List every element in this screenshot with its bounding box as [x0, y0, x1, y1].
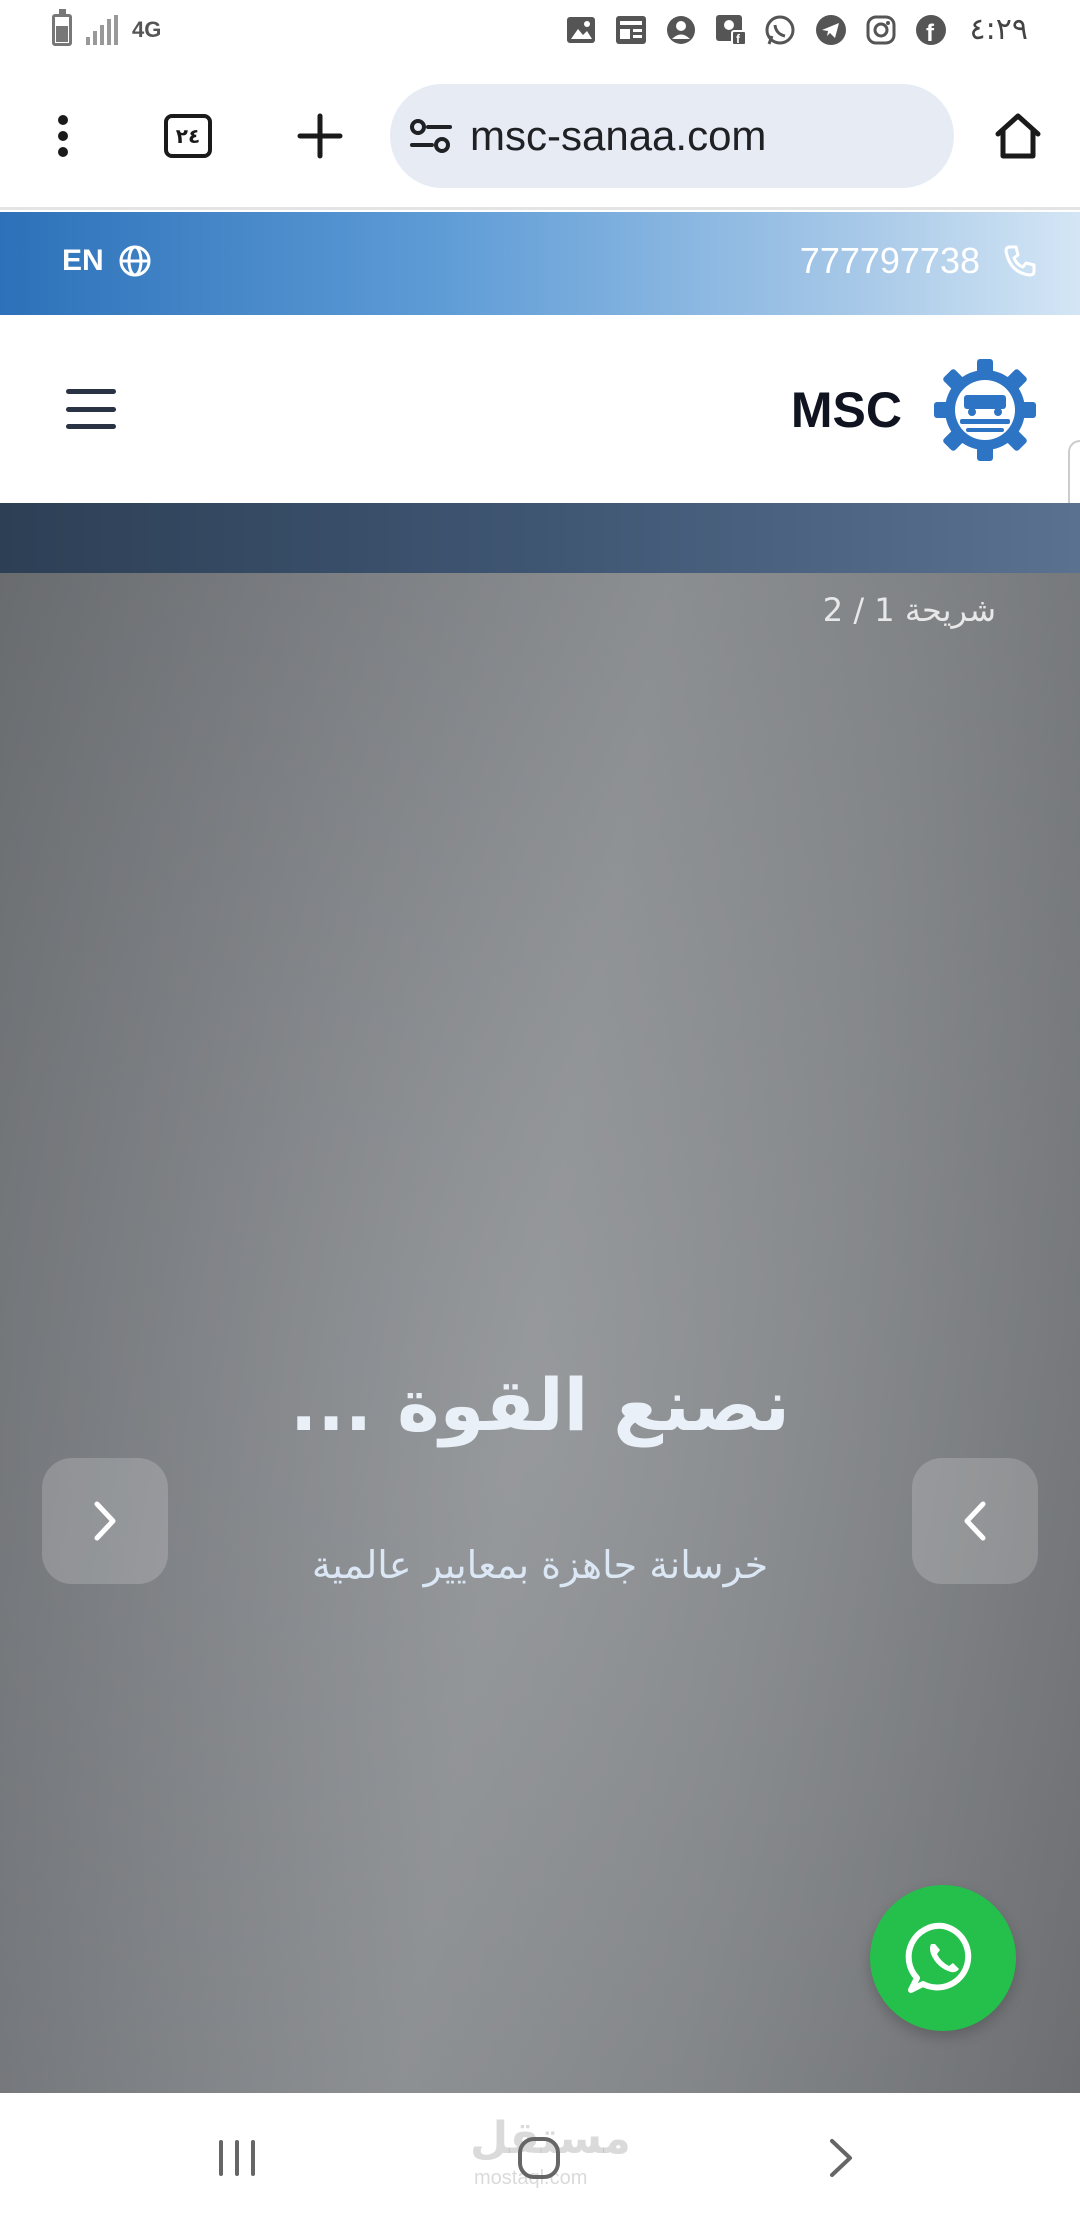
url-text: msc-sanaa.com	[470, 112, 767, 159]
slide-counter: شريحة 1 / 2	[822, 591, 996, 629]
battery-icon	[52, 9, 72, 46]
signal-icon	[86, 15, 118, 45]
browser-menu-button[interactable]	[25, 98, 101, 174]
recent-apps-button[interactable]	[202, 2123, 272, 2193]
home-icon	[995, 113, 1041, 159]
browser-toolbar: ٢٤ msc-sanaa.com	[0, 62, 1080, 210]
hero-title: نصنع القوة ...	[290, 1363, 790, 1447]
chevron-left-icon	[964, 1501, 986, 1541]
status-left: 4G	[52, 9, 162, 46]
language-switcher[interactable]: EN	[62, 244, 152, 278]
hero-background-image	[0, 503, 1080, 573]
whatsapp-button[interactable]	[870, 1885, 1016, 2031]
menu-toggle-button[interactable]	[66, 389, 116, 429]
telegram-icon	[814, 13, 848, 47]
tab-switcher-button[interactable]: ٢٤	[150, 98, 226, 174]
new-tab-button[interactable]	[282, 98, 358, 174]
more-vert-icon	[58, 115, 68, 157]
system-home-button[interactable]	[504, 2123, 574, 2193]
news-icon	[614, 13, 648, 47]
hero-overlay	[0, 573, 1080, 2093]
next-slide-button[interactable]	[42, 1458, 168, 1584]
instagram-icon	[864, 13, 898, 47]
tab-count: ٢٤	[164, 114, 212, 158]
gallery-icon	[564, 13, 598, 47]
status-right: f f ٤:٢٩	[564, 12, 1028, 47]
brand-name: MSC	[790, 382, 902, 438]
facebook-page-icon: f	[714, 13, 748, 47]
hamburger-line	[66, 406, 116, 412]
site-header: MSC	[0, 315, 1080, 503]
site-settings-icon[interactable]	[410, 118, 452, 154]
previous-slide-button[interactable]	[912, 1458, 1038, 1584]
home-button[interactable]	[980, 98, 1056, 174]
phone-icon	[1004, 245, 1036, 277]
system-nav-bar: مستقل mostaql.com	[0, 2093, 1080, 2220]
language-label: EN	[62, 244, 104, 277]
hamburger-line	[66, 424, 116, 429]
clock: ٤:٢٩	[969, 12, 1028, 47]
hero-slider: شريحة 1 / 2 نصنع القوة ... خرسانة جاهزة …	[0, 503, 1080, 2093]
phone-number: 777797738	[799, 240, 980, 281]
logo-gear-icon	[934, 359, 1036, 461]
address-bar[interactable]: msc-sanaa.com	[390, 84, 954, 188]
facebook-icon: f	[914, 13, 948, 47]
chevron-right-icon	[94, 1501, 116, 1541]
brand[interactable]: MSC	[791, 357, 1038, 463]
whatsapp-icon	[905, 1922, 972, 1993]
svg-text:f: f	[926, 20, 935, 46]
home-circle-icon	[518, 2137, 560, 2179]
chevron-right-icon	[830, 2139, 852, 2177]
network-type: 4G	[132, 17, 162, 42]
whatsapp-icon	[764, 13, 798, 47]
account-icon	[664, 13, 698, 47]
recent-apps-icon	[219, 2140, 255, 2176]
hamburger-line	[66, 389, 116, 394]
globe-icon	[119, 245, 151, 277]
plus-icon	[297, 113, 343, 159]
top-contact-strip: EN 777797738	[0, 212, 1080, 315]
status-bar: 4G f f ٤:٢٩	[0, 0, 1080, 62]
phone-link[interactable]: 777797738	[800, 240, 1038, 282]
back-button[interactable]	[806, 2123, 876, 2193]
